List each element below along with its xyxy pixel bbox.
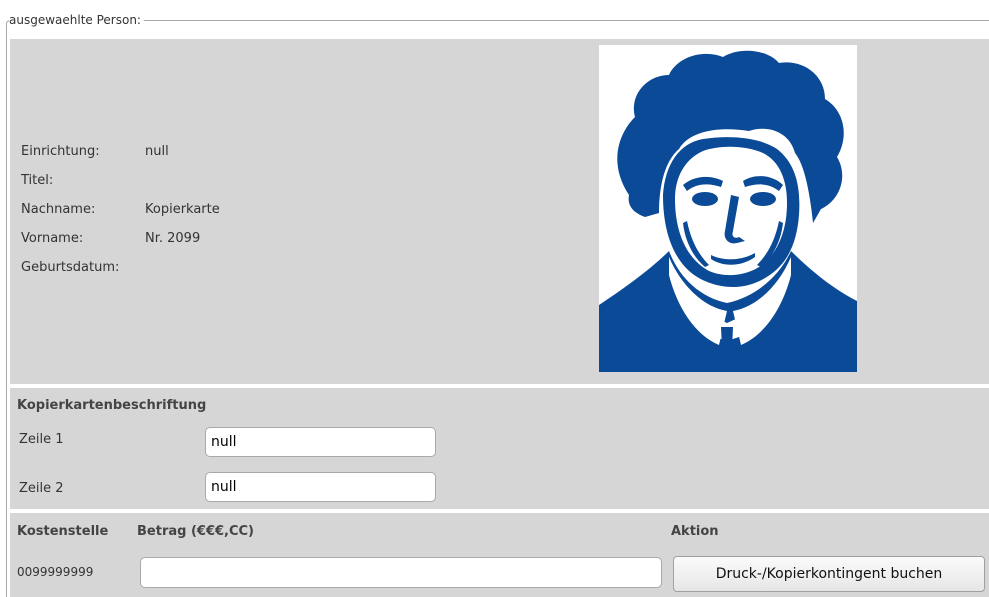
line1-label: Zeile 1 <box>19 432 64 447</box>
geburtsdatum-label: Geburtsdatum: <box>21 260 120 275</box>
einrichtung-value: null <box>145 144 169 159</box>
betrag-input[interactable] <box>140 557 662 588</box>
vorname-label: Vorname: <box>21 231 84 246</box>
kostenstelle-value: 0099999999 <box>17 565 94 579</box>
betrag-header: Betrag (€€€,CC) <box>137 524 254 539</box>
nachname-value: Kopierkarte <box>145 202 220 217</box>
line1-input[interactable] <box>205 427 436 457</box>
titel-label: Titel: <box>21 173 54 188</box>
line2-input[interactable] <box>205 472 436 502</box>
nachname-label: Nachname: <box>21 202 96 217</box>
card-label-title: Kopierkartenbeschriftung <box>17 398 207 413</box>
aktion-header: Aktion <box>671 524 719 539</box>
goethe-portrait-icon <box>599 50 857 372</box>
einrichtung-label: Einrichtung: <box>21 144 100 159</box>
line2-label: Zeile 2 <box>19 481 64 496</box>
kostenstelle-header: Kostenstelle <box>17 524 109 539</box>
person-portrait-image <box>599 45 857 372</box>
vorname-value: Nr. 2099 <box>145 231 201 246</box>
book-quota-button[interactable]: Druck-/Kopierkontingent buchen <box>673 556 985 592</box>
fieldset-legend: ausgewaehlte Person: <box>9 12 144 28</box>
